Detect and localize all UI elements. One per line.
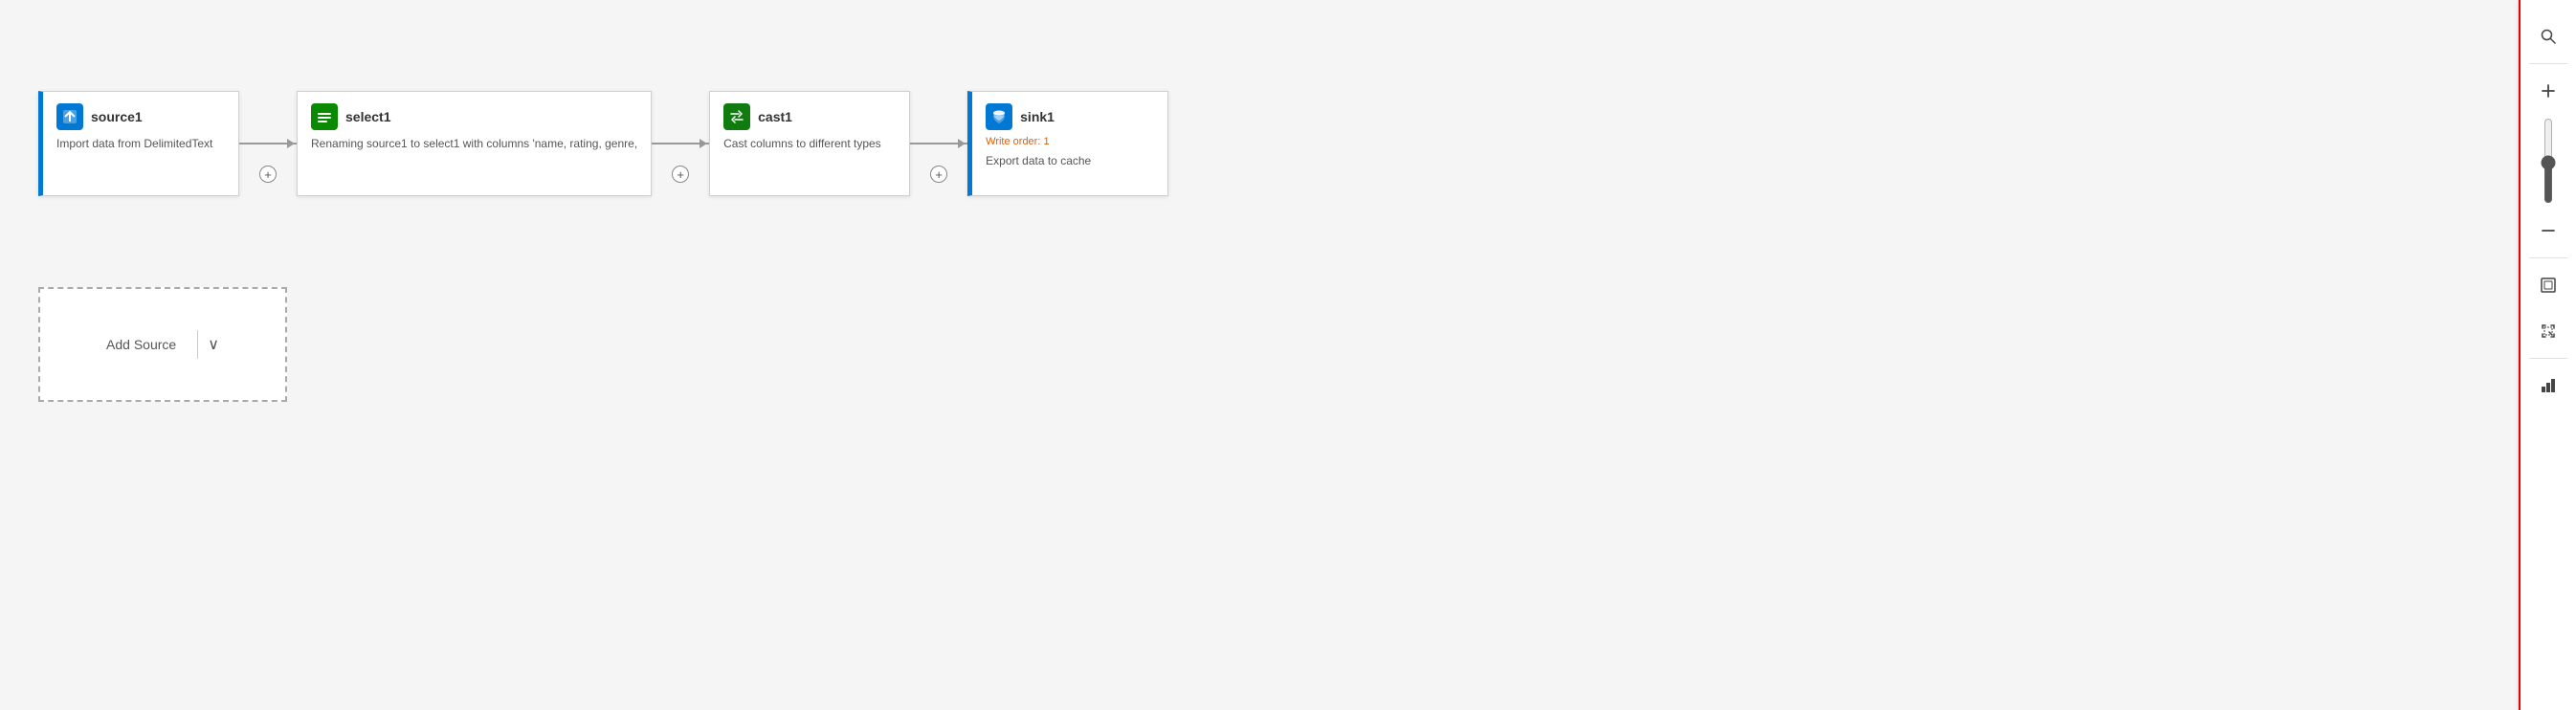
sink1-title: sink1 [1020,109,1055,124]
connector-3-plus[interactable]: + [930,166,947,183]
data-flow-debug-button[interactable] [2527,365,2569,407]
add-source-box[interactable]: Add Source ∨ [38,287,287,402]
zoom-out-button[interactable] [2527,210,2569,252]
add-source-chevron[interactable]: ∨ [208,335,219,354]
select-region-button[interactable] [2527,310,2569,352]
cast1-header: cast1 [723,103,896,130]
fit-canvas-icon [2540,277,2557,294]
cast1-title: cast1 [758,109,792,124]
sink1-header: sink1 [986,103,1154,130]
zoom-in-button[interactable] [2527,70,2569,112]
node-cast1-inner: cast1 Cast columns to different types [710,92,909,195]
zoom-slider-container[interactable] [2544,118,2552,204]
select-region-icon [2540,322,2557,340]
node-source1-inner: source1 Import data from DelimitedText [43,92,238,195]
sink1-desc: Export data to cache [986,153,1154,169]
source1-title: source1 [91,109,143,124]
cast1-desc: Cast columns to different types [723,136,896,152]
source1-header: source1 [56,103,225,130]
search-icon [2540,28,2557,45]
select1-desc: Renaming source1 to select1 with columns… [311,136,637,152]
node-select1[interactable]: select1 Renaming source1 to select1 with… [297,91,652,196]
sink1-icon [986,103,1012,130]
data-flow-debug-icon [2540,377,2557,394]
zoom-out-icon [2540,222,2557,239]
pipeline-row: source1 Import data from DelimitedText + [38,91,1168,196]
separator-2 [2529,257,2568,258]
node-cast1[interactable]: cast1 Cast columns to different types [709,91,910,196]
connector-3: + [910,91,967,196]
add-source-label: Add Source [106,337,176,352]
right-toolbar [2519,0,2576,710]
sink1-subtitle: Write order: 1 [986,136,1154,147]
select1-header: select1 [311,103,637,130]
connector-3-arrow [958,139,966,148]
source1-icon [56,103,83,130]
select1-icon [311,103,338,130]
select1-title: select1 [345,109,390,124]
connector-1-plus[interactable]: + [259,166,277,183]
node-sink1[interactable]: sink1 Write order: 1 Export data to cach… [967,91,1168,196]
connector-2-arrow [700,139,707,148]
zoom-in-icon [2540,82,2557,100]
add-source-divider [197,330,198,359]
connector-1-arrow [287,139,295,148]
separator-3 [2529,358,2568,359]
connector-1: + [239,91,297,196]
search-button[interactable] [2527,15,2569,57]
connector-2: + [652,91,709,196]
zoom-slider[interactable] [2544,118,2552,204]
fit-canvas-button[interactable] [2527,264,2569,306]
node-sink1-inner: sink1 Write order: 1 Export data to cach… [972,92,1167,195]
connector-2-plus[interactable]: + [672,166,689,183]
node-source1[interactable]: source1 Import data from DelimitedText [38,91,239,196]
canvas-area: source1 Import data from DelimitedText + [0,0,2431,710]
pipeline-wrapper: source1 Import data from DelimitedText + [38,91,1168,196]
separator-1 [2529,63,2568,64]
node-select1-inner: select1 Renaming source1 to select1 with… [298,92,651,195]
cast1-icon [723,103,750,130]
source1-desc: Import data from DelimitedText [56,136,225,152]
